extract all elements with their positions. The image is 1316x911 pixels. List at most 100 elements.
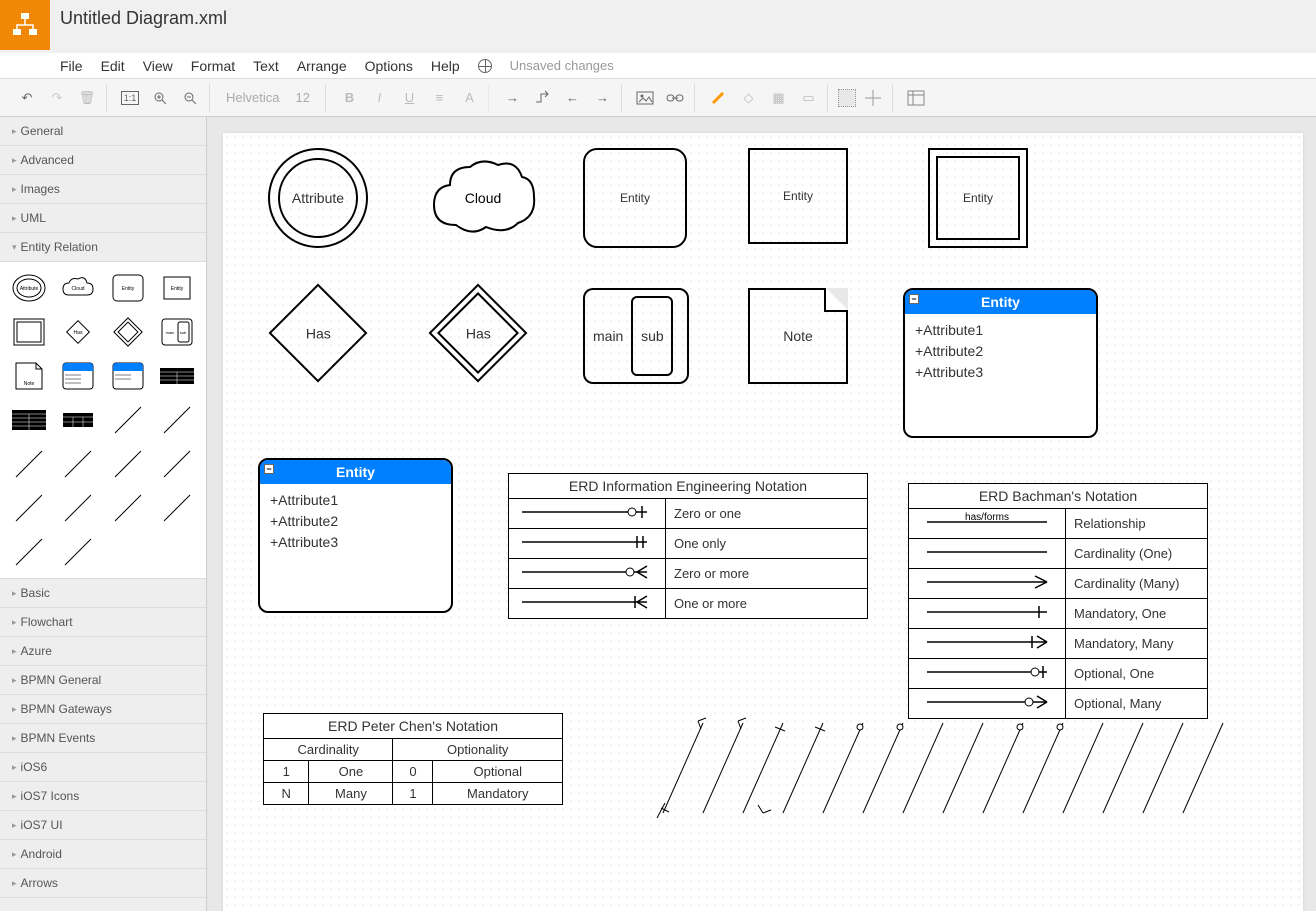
waypoint-button[interactable] bbox=[529, 85, 555, 111]
align-button[interactable]: ≡ bbox=[426, 85, 452, 111]
menu-help[interactable]: Help bbox=[431, 58, 460, 74]
font-color-button[interactable]: A bbox=[456, 85, 482, 111]
guides-button[interactable] bbox=[860, 85, 886, 111]
line-start-button[interactable]: ← bbox=[559, 85, 585, 111]
delete-button[interactable]: 🗑 bbox=[74, 85, 100, 111]
palette-entity-table-blue2[interactable] bbox=[105, 356, 151, 396]
palette-line-12[interactable] bbox=[56, 532, 102, 572]
zoom-out-button[interactable] bbox=[177, 85, 203, 111]
palette-line-5[interactable] bbox=[105, 444, 151, 484]
font-size-select[interactable]: 12 bbox=[289, 90, 319, 105]
bold-button[interactable]: B bbox=[336, 85, 362, 111]
shape-cloud[interactable]: Cloud bbox=[428, 153, 538, 243]
palette-line-1[interactable] bbox=[105, 400, 151, 440]
underline-button[interactable]: U bbox=[396, 85, 422, 111]
sidebar-section-bpmn-events[interactable]: BPMN Events bbox=[0, 724, 206, 753]
palette-line-2[interactable] bbox=[155, 400, 201, 440]
font-family-select[interactable]: Helvetica bbox=[220, 90, 285, 105]
shape-note[interactable]: Note bbox=[748, 288, 848, 384]
palette-entity-table-blue[interactable] bbox=[56, 356, 102, 396]
shape-entity-rounded[interactable]: Entity bbox=[583, 148, 687, 248]
grid-button[interactable] bbox=[838, 89, 856, 107]
layout-button[interactable] bbox=[903, 85, 929, 111]
palette-line-4[interactable] bbox=[56, 444, 102, 484]
shape-entity-rect-label: Entity bbox=[783, 189, 813, 203]
palette-has-double-diamond[interactable] bbox=[105, 312, 151, 352]
sidebar-section-ios6[interactable]: iOS6 bbox=[0, 753, 206, 782]
palette-line-10[interactable] bbox=[155, 488, 201, 528]
menu-options[interactable]: Options bbox=[365, 58, 413, 74]
fill-color-button[interactable]: ◇ bbox=[735, 85, 761, 111]
gradient-button[interactable]: ▭ bbox=[795, 85, 821, 111]
menu-text[interactable]: Text bbox=[253, 58, 279, 74]
palette-table-black[interactable] bbox=[155, 356, 201, 396]
ie-row-3: One or more bbox=[666, 589, 868, 619]
menu-view[interactable]: View bbox=[143, 58, 173, 74]
sidebar-section-ios7-icons[interactable]: iOS7 Icons bbox=[0, 782, 206, 811]
palette-entity-rounded[interactable]: Entity bbox=[105, 268, 151, 308]
shape-has-double-diamond[interactable]: Has bbox=[443, 298, 513, 368]
bachman-notation-table[interactable]: ERD Bachman's Notation has/formsRelation… bbox=[908, 483, 1208, 719]
stroke-color-button[interactable] bbox=[705, 85, 731, 111]
shape-entity-table-2[interactable]: −Entity +Attribute1 +Attribute2 +Attribu… bbox=[258, 458, 453, 613]
zoom-actual-button[interactable]: 1:1 bbox=[117, 85, 143, 111]
connection-arrow-button[interactable]: → bbox=[499, 85, 525, 111]
sidebar-section-basic[interactable]: Basic bbox=[0, 579, 206, 608]
entity-attr-1: +Attribute1 bbox=[915, 320, 1086, 341]
palette-table-small[interactable] bbox=[56, 400, 102, 440]
italic-button[interactable]: I bbox=[366, 85, 392, 111]
collapse-icon[interactable]: − bbox=[264, 464, 274, 474]
palette-table-black2[interactable] bbox=[6, 400, 52, 440]
palette-has-diamond[interactable]: Has bbox=[56, 312, 102, 352]
shape-entity-double[interactable]: Entity bbox=[928, 148, 1028, 248]
collapse-icon[interactable]: − bbox=[909, 294, 919, 304]
palette-mainsub[interactable]: mainsub bbox=[155, 312, 201, 352]
undo-button[interactable]: ↶ bbox=[14, 85, 40, 111]
ie-notation-table[interactable]: ERD Information Engineering Notation Zer… bbox=[508, 473, 868, 619]
document-title[interactable]: Untitled Diagram.xml bbox=[60, 0, 1316, 29]
shape-has-diamond[interactable]: Has bbox=[283, 298, 353, 368]
palette-line-6[interactable] bbox=[155, 444, 201, 484]
line-end-button[interactable]: → bbox=[589, 85, 615, 111]
palette-entity-rect[interactable]: Entity bbox=[155, 268, 201, 308]
palette-cloud[interactable]: Cloud bbox=[56, 268, 102, 308]
sidebar-section-images[interactable]: Images bbox=[0, 175, 206, 204]
shape-entity-rect[interactable]: Entity bbox=[748, 148, 848, 244]
palette-line-11[interactable] bbox=[6, 532, 52, 572]
sidebar-section-entity-relation[interactable]: Entity Relation bbox=[0, 233, 206, 262]
sidebar-section-android[interactable]: Android bbox=[0, 840, 206, 869]
chen-notation-table[interactable]: ERD Peter Chen's Notation CardinalityOpt… bbox=[263, 713, 563, 805]
sidebar-section-advanced[interactable]: Advanced bbox=[0, 146, 206, 175]
sidebar-section-arrows[interactable]: Arrows bbox=[0, 869, 206, 898]
menu-format[interactable]: Format bbox=[191, 58, 235, 74]
zoom-in-button[interactable] bbox=[147, 85, 173, 111]
sidebar-section-flowchart[interactable]: Flowchart bbox=[0, 608, 206, 637]
sidebar-section-azure[interactable]: Azure bbox=[0, 637, 206, 666]
palette-line-8[interactable] bbox=[56, 488, 102, 528]
menu-arrange[interactable]: Arrange bbox=[297, 58, 347, 74]
connector-samples[interactable] bbox=[643, 713, 1303, 833]
sidebar-section-ios7-ui[interactable]: iOS7 UI bbox=[0, 811, 206, 840]
link-button[interactable] bbox=[662, 85, 688, 111]
palette-note[interactable]: Note bbox=[6, 356, 52, 396]
shape-entity-table-1[interactable]: −Entity +Attribute1 +Attribute2 +Attribu… bbox=[903, 288, 1098, 438]
sidebar-section-bpmn-general[interactable]: BPMN General bbox=[0, 666, 206, 695]
shape-mainsub[interactable]: mainsub bbox=[583, 288, 689, 384]
sidebar-section-general[interactable]: General bbox=[0, 117, 206, 146]
image-button[interactable] bbox=[632, 85, 658, 111]
menu-file[interactable]: File bbox=[60, 58, 83, 74]
redo-button[interactable]: ↷ bbox=[44, 85, 70, 111]
palette-attribute[interactable]: Attribute bbox=[6, 268, 52, 308]
palette-line-3[interactable] bbox=[6, 444, 52, 484]
menu-edit[interactable]: Edit bbox=[101, 58, 125, 74]
shadow-button[interactable]: ▦ bbox=[765, 85, 791, 111]
palette-entity-double[interactable] bbox=[6, 312, 52, 352]
palette-line-9[interactable] bbox=[105, 488, 151, 528]
canvas-viewport[interactable]: Attribute Cloud Entity Entity Entity Has… bbox=[207, 117, 1316, 911]
language-icon[interactable] bbox=[478, 59, 492, 73]
shape-attribute[interactable]: Attribute bbox=[268, 148, 368, 248]
sidebar-section-uml[interactable]: UML bbox=[0, 204, 206, 233]
palette-line-7[interactable] bbox=[6, 488, 52, 528]
sidebar-section-bpmn-gateways[interactable]: BPMN Gateways bbox=[0, 695, 206, 724]
drawing-canvas[interactable]: Attribute Cloud Entity Entity Entity Has… bbox=[223, 133, 1303, 911]
